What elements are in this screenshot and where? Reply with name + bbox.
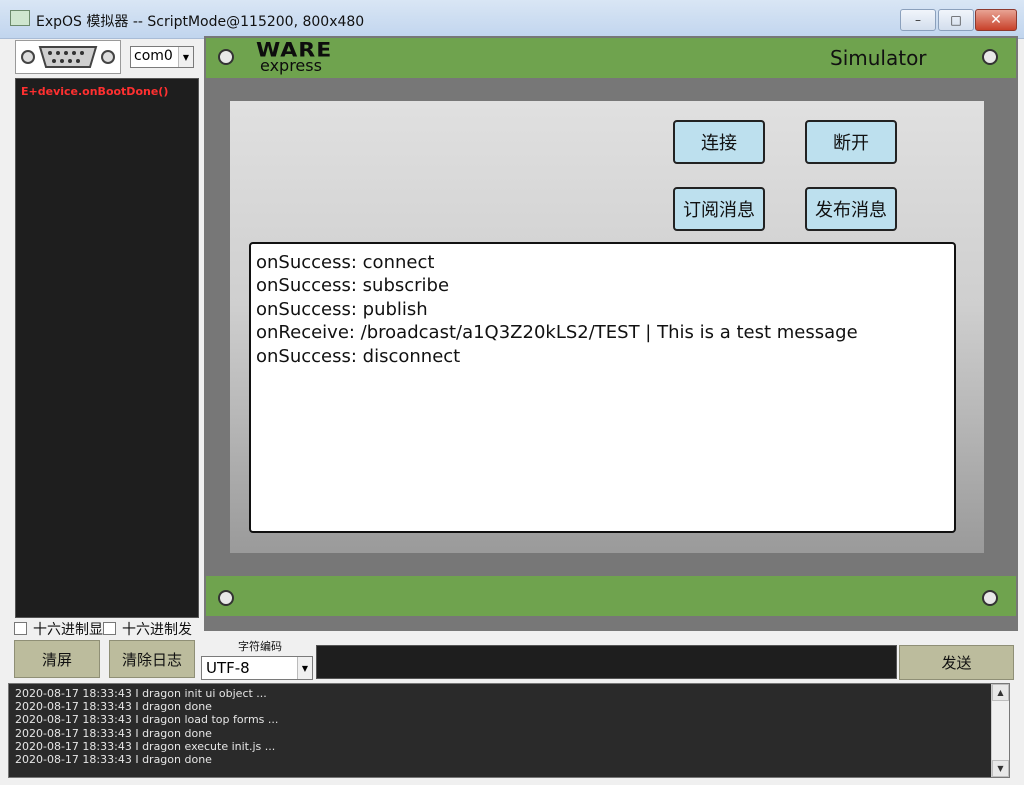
clear-log-button[interactable]: 清除日志 bbox=[109, 640, 195, 678]
scroll-up-icon[interactable]: ▲ bbox=[992, 684, 1009, 701]
chevron-down-icon: ▼ bbox=[297, 657, 312, 679]
hex-send-label: 十六进制发 bbox=[122, 622, 192, 637]
encoding-label: 字符编码 bbox=[238, 640, 282, 653]
simulator-title: Simulator bbox=[830, 46, 927, 70]
app-icon bbox=[10, 10, 30, 26]
window-title: ExpOS 模拟器 -- ScriptMode@115200, 800x480 bbox=[36, 14, 365, 30]
checkbox-icon bbox=[14, 622, 27, 635]
scroll-down-icon[interactable]: ▼ bbox=[992, 760, 1009, 777]
hex-display-checkbox[interactable]: 十六进制显 bbox=[14, 622, 103, 637]
close-icon: ✕ bbox=[990, 12, 1002, 28]
screw-icon bbox=[982, 49, 998, 65]
title-bar: ExpOS 模拟器 -- ScriptMode@115200, 800x480 … bbox=[0, 0, 1024, 39]
screw-icon bbox=[982, 590, 998, 606]
log-line: 2020-08-17 18:33:43 I dragon done bbox=[15, 753, 212, 767]
log-scrollbar[interactable]: ▲ ▼ bbox=[991, 684, 1009, 777]
publish-button[interactable]: 发布消息 bbox=[805, 187, 897, 231]
com-port-value: com0 bbox=[134, 48, 173, 64]
maximize-button[interactable]: □ bbox=[938, 9, 974, 31]
hex-options: 十六进制显 十六进制发 bbox=[14, 619, 204, 637]
output-line: onReceive: /broadcast/a1Q3Z20kLS2/TEST |… bbox=[256, 322, 858, 344]
close-button[interactable]: ✕ bbox=[975, 9, 1017, 31]
send-input[interactable] bbox=[316, 645, 897, 679]
com-port-select[interactable]: com0 ▼ bbox=[130, 46, 194, 68]
output-line: onSuccess: subscribe bbox=[256, 275, 450, 297]
maximize-icon: □ bbox=[950, 13, 962, 27]
simulator-bottom-bar bbox=[206, 576, 1016, 616]
encoding-select[interactable]: UTF-8 ▼ bbox=[201, 656, 313, 680]
connect-button[interactable]: 连接 bbox=[673, 120, 765, 164]
screw-icon bbox=[218, 49, 234, 65]
hex-send-checkbox[interactable]: 十六进制发 bbox=[103, 622, 192, 637]
clear-screen-button[interactable]: 清屏 bbox=[14, 640, 100, 678]
log-line: 2020-08-17 18:33:43 I dragon init ui obj… bbox=[15, 687, 267, 700]
log-line: 2020-08-17 18:33:43 I dragon done bbox=[15, 700, 212, 714]
logo-express-text: express bbox=[260, 56, 322, 75]
chevron-down-icon: ▼ bbox=[178, 47, 193, 67]
log-panel[interactable]: 2020-08-17 18:33:43 I dragon init ui obj… bbox=[8, 683, 1010, 778]
minimize-button[interactable]: – bbox=[900, 9, 936, 31]
output-line: onSuccess: connect bbox=[256, 252, 435, 273]
log-line: 2020-08-17 18:33:43 I dragon load top fo… bbox=[15, 713, 279, 727]
encoding-value: UTF-8 bbox=[206, 659, 250, 677]
checkbox-icon bbox=[103, 622, 116, 635]
hex-display-label: 十六进制显 bbox=[33, 622, 103, 637]
screw-icon bbox=[218, 590, 234, 606]
ware-express-logo: WARE express bbox=[256, 38, 346, 75]
console-line: E+device.onBootDone() bbox=[21, 85, 169, 98]
output-line: onSuccess: disconnect bbox=[256, 345, 461, 367]
minimize-icon: – bbox=[915, 13, 921, 27]
log-line: 2020-08-17 18:33:43 I dragon execute ini… bbox=[15, 739, 276, 753]
disconnect-button[interactable]: 断开 bbox=[805, 120, 897, 164]
output-line: onSuccess: publish bbox=[256, 298, 428, 320]
serial-port-icon bbox=[21, 46, 115, 68]
message-output[interactable]: onSuccess: connect onSuccess: subscribe … bbox=[249, 242, 956, 533]
device-console[interactable]: E+device.onBootDone() bbox=[15, 78, 199, 618]
log-line: 2020-08-17 18:33:43 I dragon done bbox=[15, 726, 212, 740]
subscribe-button[interactable]: 订阅消息 bbox=[673, 187, 765, 231]
send-button[interactable]: 发送 bbox=[899, 645, 1014, 680]
serial-port-button[interactable] bbox=[15, 40, 121, 74]
